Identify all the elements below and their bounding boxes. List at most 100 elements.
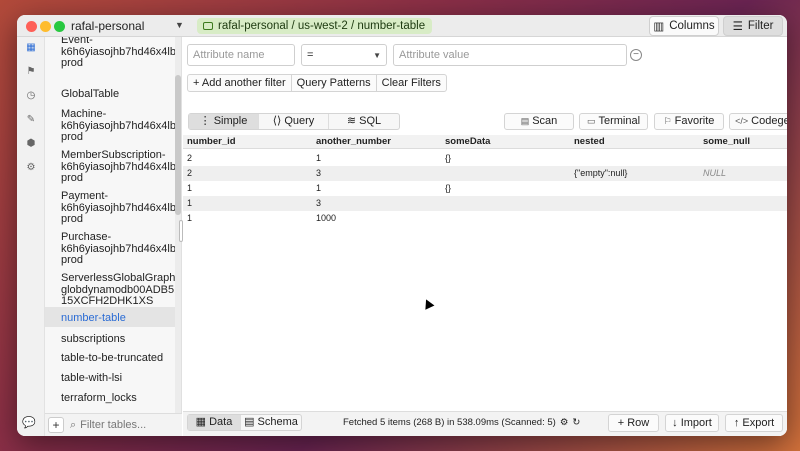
terminal-button[interactable]: ▭ Terminal xyxy=(579,113,648,130)
download-icon: ↓ xyxy=(672,417,678,429)
sidebar-footer: + ⌕ Filter tables... xyxy=(45,413,182,436)
attribute-name-input[interactable]: Attribute name xyxy=(187,44,295,66)
table-cell[interactable]: 3 xyxy=(316,198,321,208)
history-icon[interactable]: ◷ xyxy=(25,90,37,102)
sidebar-item-table-with-lsi[interactable]: table-with-lsi xyxy=(61,372,179,385)
columns-button[interactable]: ▥ Columns xyxy=(649,16,719,36)
add-row-button[interactable]: + Row xyxy=(608,414,659,432)
import-button[interactable]: ↓ Import xyxy=(665,414,719,432)
gear-icon[interactable]: ⚙ xyxy=(560,417,569,428)
import-label: Import xyxy=(680,417,712,429)
tab-sql[interactable]: ≋ SQL xyxy=(329,114,399,129)
main-panel: Attribute name = ▼ Attribute value − + A… xyxy=(183,37,787,436)
fetch-status-text: Fetched 5 items (268 B) in 538.09ms (Sca… xyxy=(343,417,556,428)
sidebar-item-membersubscription[interactable]: MemberSubscription- k6h6yiasojhb7hd46x4l… xyxy=(61,149,181,185)
profile-selector[interactable]: rafal-personal xyxy=(71,19,144,33)
table-cell[interactable]: 1 xyxy=(187,198,192,208)
minimize-window-button[interactable] xyxy=(40,21,51,32)
table-cell[interactable]: 2 xyxy=(187,153,192,163)
sidebar-item-globaltable[interactable]: GlobalTable xyxy=(61,88,179,101)
attribute-value-input[interactable]: Attribute value xyxy=(393,44,627,66)
column-header[interactable]: someData xyxy=(445,136,490,147)
filter-tables-input[interactable]: ⌕ Filter tables... xyxy=(70,419,146,432)
status-bar: ▦ Data ▤ Schema Fetched 5 items (268 B) … xyxy=(183,411,787,436)
scan-button[interactable]: ▤ Scan xyxy=(504,113,574,130)
tab-query-label: Query xyxy=(284,115,315,127)
sidebar-item-machine[interactable]: Machine- k6h6yiasojhb7hd46x4lbbh- prod xyxy=(61,108,181,144)
sidebar-item-payment[interactable]: Payment- k6h6yiasojhb7hd46x4lbbh- prod xyxy=(61,190,181,226)
favorite-label: Favorite xyxy=(674,115,715,127)
table-cell[interactable]: NULL xyxy=(703,168,726,178)
tab-simple[interactable]: ⋮ Simple xyxy=(189,114,259,129)
view-tabs: ▦ Data ▤ Schema xyxy=(187,414,302,431)
table-row[interactable]: 1 3 xyxy=(183,196,787,211)
dots-icon: ⋮ xyxy=(199,115,211,127)
table-cell[interactable]: 3 xyxy=(316,168,321,178)
filter-tables-placeholder: Filter tables... xyxy=(80,419,147,431)
table-cell[interactable]: 1 xyxy=(316,153,321,163)
query-mode-tabs: ⋮ Simple ⟨⟩ Query ≋ SQL xyxy=(188,113,400,130)
table-cell[interactable]: 1 xyxy=(316,183,321,193)
query-patterns-button[interactable]: Query Patterns xyxy=(290,74,377,92)
sidebar-scroll-thumb[interactable] xyxy=(175,75,181,215)
add-table-button[interactable]: + xyxy=(48,417,64,433)
column-header[interactable]: some_null xyxy=(703,136,750,147)
table-row[interactable]: 2 1 {} xyxy=(183,151,787,166)
bookmark-icon[interactable]: ⚑ xyxy=(25,66,37,78)
add-filter-button[interactable]: + Add another filter xyxy=(187,74,292,92)
table-cell[interactable]: {"empty":null} xyxy=(574,168,627,178)
code-icon: </> xyxy=(735,116,749,126)
bookmark-icon: ⚐ xyxy=(663,116,672,126)
package-icon[interactable]: ⬢ xyxy=(25,138,37,150)
table-row[interactable]: 1 1 {} xyxy=(183,181,787,196)
sidebar-item-number-table[interactable]: number-table xyxy=(61,312,179,325)
table-header: number_id another_number someData nested… xyxy=(183,135,787,149)
breadcrumb: rafal-personal / us-west-2 / number-tabl… xyxy=(197,18,433,34)
table-cell[interactable]: 2 xyxy=(187,168,192,178)
tab-sql-label: SQL xyxy=(359,115,382,127)
chat-icon[interactable]: 💬 xyxy=(22,416,36,429)
table-row[interactable]: 2 3 {"empty":null} NULL xyxy=(183,166,787,181)
filter-icon: ☰ xyxy=(732,21,743,33)
sidebar-item-subscriptions[interactable]: subscriptions xyxy=(61,333,179,346)
table-cell[interactable]: 1 xyxy=(187,213,192,223)
remove-filter-icon[interactable]: − xyxy=(630,49,642,61)
export-button[interactable]: ↑ Export xyxy=(725,414,783,432)
close-window-button[interactable] xyxy=(26,21,37,32)
database-icon: ≋ xyxy=(346,115,357,127)
column-header[interactable]: another_number xyxy=(316,136,391,147)
favorite-button[interactable]: ⚐ Favorite xyxy=(654,113,724,130)
tab-schema[interactable]: ▤ Schema xyxy=(241,415,301,430)
icon-rail: ▦ ⚑ ◷ ✎ ⬢ ⚙ 💬 xyxy=(17,37,45,436)
table-row[interactable]: 1 1000 xyxy=(183,211,787,226)
filter-button[interactable]: ☰ Filter xyxy=(723,16,783,36)
sidebar-item-event[interactable]: Event- k6h6yiasojhb7hd46x4lbbh- prod xyxy=(61,37,181,70)
column-header[interactable]: number_id xyxy=(187,136,236,147)
sidebar-item-purchase[interactable]: Purchase- k6h6yiasojhb7hd46x4lbbh- prod xyxy=(61,231,181,267)
codegen-label: Codegen xyxy=(751,115,787,127)
clear-filters-button[interactable]: Clear Filters xyxy=(375,74,447,92)
tab-query[interactable]: ⟨⟩ Query xyxy=(259,114,329,129)
search-icon: ⌕ xyxy=(70,418,77,431)
refresh-icon[interactable]: ↻ xyxy=(572,417,580,428)
table-cell[interactable]: {} xyxy=(445,183,451,193)
settings-icon[interactable]: ⚙ xyxy=(25,162,37,174)
sidebar-item-serverlessglobal[interactable]: ServerlessGlobalGraphqlA globdynamodb00A… xyxy=(61,272,181,308)
column-header[interactable]: nested xyxy=(574,136,605,147)
profile-caret-icon[interactable]: ▼ xyxy=(175,20,184,30)
operator-value: = xyxy=(307,49,314,61)
operator-select[interactable]: = ▼ xyxy=(301,44,387,66)
codegen-button[interactable]: </>Codegen xyxy=(729,113,787,130)
tools-icon[interactable]: ✎ xyxy=(25,114,37,126)
sidebar-item-terraform-locks[interactable]: terraform_locks xyxy=(61,392,179,405)
sidebar-item-table-to-be-truncated[interactable]: table-to-be-truncated xyxy=(61,352,179,365)
document-icon: ▤ xyxy=(520,116,530,126)
tables-icon[interactable]: ▦ xyxy=(25,42,37,54)
table-cell[interactable]: 1000 xyxy=(316,213,336,223)
grid-icon: ▦ xyxy=(195,416,207,428)
filter-row: Attribute name = ▼ Attribute value − xyxy=(187,44,785,68)
table-cell[interactable]: {} xyxy=(445,153,451,163)
zoom-window-button[interactable] xyxy=(54,21,65,32)
tab-data[interactable]: ▦ Data xyxy=(188,415,241,430)
table-cell[interactable]: 1 xyxy=(187,183,192,193)
